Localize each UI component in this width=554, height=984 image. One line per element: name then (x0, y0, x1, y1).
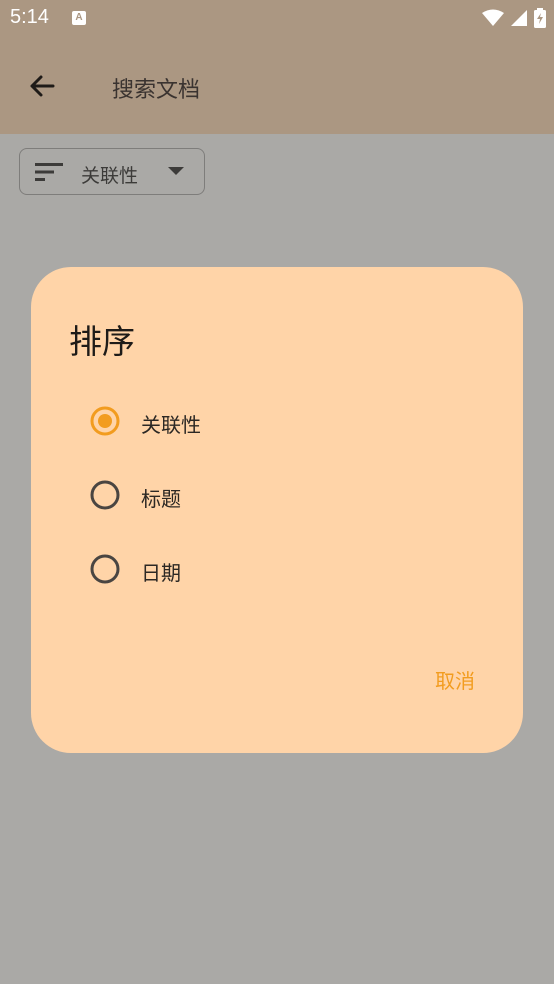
radio-unselected-icon[interactable] (89, 553, 121, 585)
signal-icon (511, 10, 527, 26)
battery-icon (534, 8, 546, 28)
wifi-icon (482, 9, 504, 26)
sort-option-date[interactable]: 日期 (85, 545, 465, 593)
back-button[interactable] (24, 68, 60, 104)
cancel-button[interactable]: 取消 (435, 665, 475, 694)
arrow-left-icon (30, 75, 55, 97)
notification-a-icon: A (72, 11, 86, 25)
dropdown-arrow-icon (168, 167, 184, 175)
radio-selected-icon[interactable] (89, 405, 121, 437)
sort-chip-label: 关联性 (81, 165, 139, 187)
sort-option-relevance[interactable]: 关联性 (85, 397, 465, 445)
status-indicators (482, 8, 546, 28)
sort-chip[interactable]: 关联性 (19, 148, 205, 195)
sort-option-label: 标题 (141, 487, 181, 511)
sort-dialog: 排序 关联性 标题 日期 取消 (31, 267, 523, 753)
sort-option-label: 日期 (141, 561, 181, 585)
status-bar: 5:14 A (0, 0, 554, 36)
radio-unselected-icon[interactable] (89, 479, 121, 511)
dialog-title: 排序 (69, 322, 135, 361)
app-bar: 搜索文档 (0, 36, 554, 134)
sort-option-title[interactable]: 标题 (85, 471, 465, 519)
status-time: 5:14 (10, 6, 49, 28)
sort-icon (35, 163, 63, 181)
page-title: 搜索文档 (112, 78, 201, 103)
sort-option-label: 关联性 (141, 413, 201, 437)
